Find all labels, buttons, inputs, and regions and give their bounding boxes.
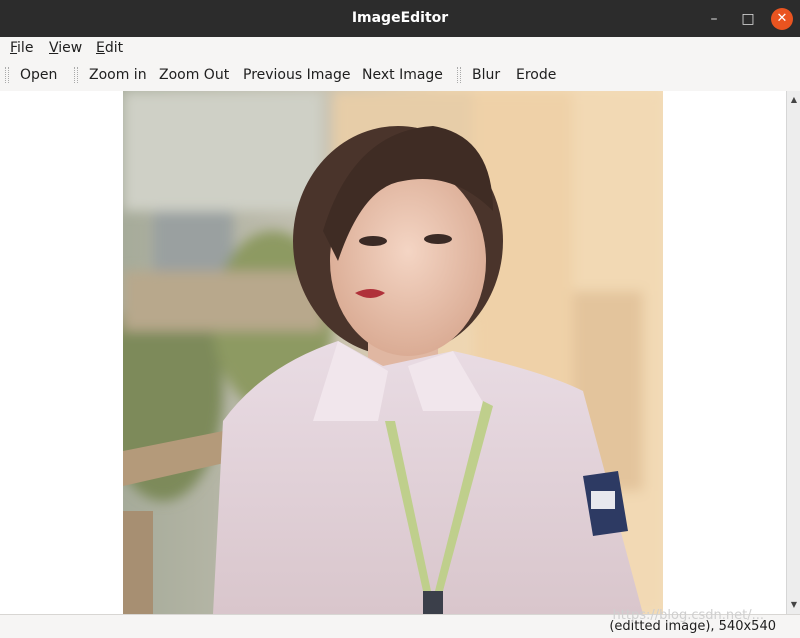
menu-view-mnemonic: V (49, 40, 59, 56)
maximize-button[interactable]: □ (737, 8, 759, 30)
title-bar: ImageEditor – □ ✕ (0, 0, 800, 37)
menu-bar: File View Edit (0, 37, 800, 59)
blur-button[interactable]: Blur (472, 67, 500, 83)
close-button[interactable]: ✕ (771, 8, 793, 30)
minimize-button[interactable]: – (703, 8, 725, 30)
scroll-down-icon[interactable]: ▼ (787, 598, 800, 612)
watermark: https://blog.csdn.net/... (612, 608, 764, 623)
window-title: ImageEditor (351, 10, 449, 26)
menu-file[interactable]: File (10, 40, 33, 56)
menu-edit-label: dit (104, 40, 124, 56)
next-image-button[interactable]: Next Image (362, 67, 443, 83)
zoom-out-button[interactable]: Zoom Out (159, 67, 229, 83)
vertical-scrollbar[interactable]: ▲ ▼ (786, 91, 800, 614)
toolbar-grip[interactable] (457, 67, 461, 83)
toolbar: Open Zoom in Zoom Out Previous Image Nex… (0, 59, 800, 92)
menu-edit[interactable]: Edit (96, 40, 123, 56)
scroll-up-icon[interactable]: ▲ (787, 93, 800, 107)
image-viewport[interactable] (0, 91, 786, 614)
zoom-in-button[interactable]: Zoom in (89, 67, 147, 83)
menu-edit-mnemonic: E (96, 40, 105, 56)
menu-view-label: iew (58, 40, 83, 56)
erode-button[interactable]: Erode (516, 67, 556, 83)
displayed-image (123, 91, 663, 614)
toolbar-grip[interactable] (74, 67, 78, 83)
menu-view[interactable]: View (49, 40, 82, 56)
menu-file-label: ile (17, 40, 34, 56)
previous-image-button[interactable]: Previous Image (243, 67, 350, 83)
open-button[interactable]: Open (20, 67, 57, 83)
menu-file-mnemonic: F (10, 40, 18, 56)
toolbar-grip[interactable] (5, 67, 9, 83)
